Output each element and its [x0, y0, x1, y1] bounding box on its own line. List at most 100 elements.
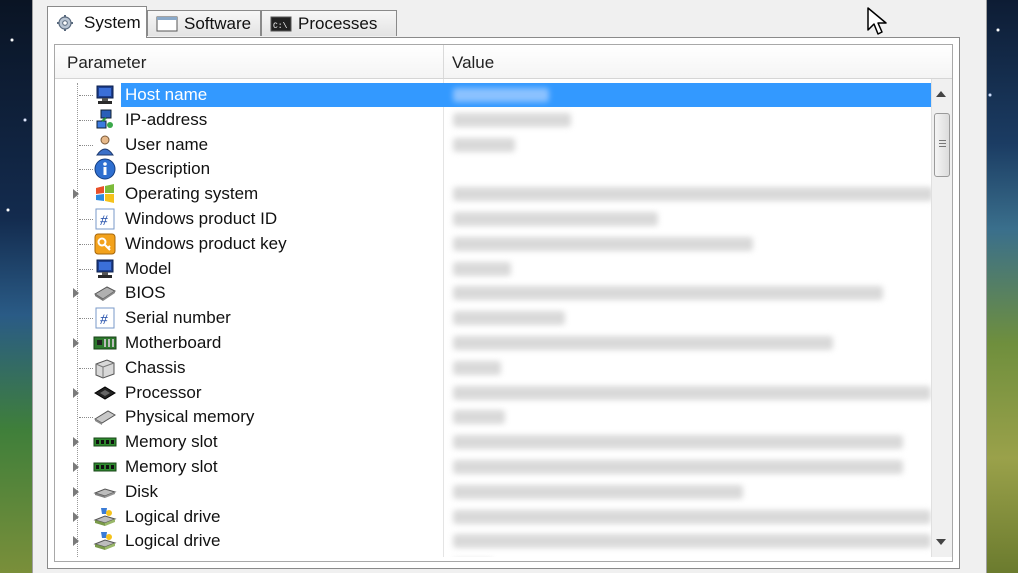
tree-row[interactable]: Description [55, 157, 932, 181]
tab-software[interactable]: Software [147, 10, 261, 36]
disk-icon [93, 481, 117, 503]
parameter-label: Disk [125, 481, 159, 501]
tree-row[interactable]: User name [55, 133, 932, 157]
console-icon: C:\ [270, 15, 292, 33]
column-header-value[interactable]: Value [452, 53, 494, 73]
redacted-value [453, 410, 505, 425]
redacted-value [453, 286, 883, 301]
scroll-down-arrow-icon[interactable] [936, 539, 946, 545]
mouse-pointer-icon [867, 7, 887, 35]
tree-row[interactable]: Logical drive [55, 529, 932, 553]
tab-software-label: Software [184, 13, 252, 33]
parameter-label: Motherboard [125, 333, 222, 352]
redacted-value [453, 311, 565, 326]
tree-connector [79, 268, 93, 270]
tree-row[interactable]: IP-address [55, 108, 932, 132]
tree-row[interactable]: # Windows product ID [55, 207, 932, 231]
memory-icon [93, 406, 117, 428]
logical-drive-icon [93, 506, 117, 528]
hash-icon: # [93, 307, 117, 329]
svg-text:#: # [100, 312, 108, 328]
redacted-value [453, 360, 501, 375]
expand-arrow-icon[interactable] [73, 486, 79, 497]
list-header: Parameter Value [55, 45, 952, 79]
computer-icon [93, 84, 117, 106]
tree-row[interactable]: Memory slot [55, 455, 932, 479]
info-icon [93, 158, 117, 180]
redacted-value [453, 460, 903, 474]
parameter-label: Description [125, 159, 211, 179]
chip-icon [93, 282, 117, 304]
tree-row[interactable]: Processor [55, 381, 932, 405]
redacted-value [453, 385, 931, 400]
system-info-window: System Software C:\ Processes Parameter … [32, 0, 987, 573]
tab-processes[interactable]: C:\ Processes [261, 10, 397, 36]
expand-arrow-icon[interactable] [73, 437, 79, 448]
tree-rows: Host name IP-address User name Description O… [55, 83, 932, 557]
tree-row[interactable]: Logical drive [55, 554, 932, 557]
tree-connector [79, 144, 93, 146]
tree-row[interactable]: Memory slot [55, 430, 932, 454]
vertical-scrollbar[interactable] [931, 79, 952, 557]
tree-connector [79, 367, 93, 369]
parameter-label: Serial number [125, 308, 231, 328]
tree-row[interactable]: Operating system [55, 182, 932, 206]
windows-logo-icon [93, 183, 117, 205]
grip-line [939, 143, 946, 144]
parameter-list: Parameter Value Host name IP-address User … [54, 44, 953, 562]
network-icon [93, 109, 117, 131]
parameter-label: Host name [125, 85, 208, 104]
parameter-label: Windows product key [125, 233, 287, 253]
expand-arrow-icon[interactable] [73, 536, 79, 547]
key-icon [93, 233, 117, 255]
tree-connector [79, 318, 93, 320]
system-tab-panel: Parameter Value Host name IP-address User … [47, 37, 960, 569]
logical-drive-icon [93, 530, 117, 552]
expand-arrow-icon[interactable] [73, 462, 79, 472]
parameter-label: Model [125, 258, 172, 278]
tree-row[interactable]: Host name [55, 83, 932, 107]
grip-line [939, 140, 946, 141]
redacted-value [453, 137, 515, 152]
tree-row[interactable]: Model [55, 257, 932, 281]
expand-arrow-icon[interactable] [73, 189, 79, 200]
expand-arrow-icon[interactable] [73, 511, 79, 522]
computer-icon [93, 258, 117, 280]
scroll-up-arrow-icon[interactable] [936, 91, 946, 97]
expand-arrow-icon[interactable] [73, 387, 79, 398]
tree-row[interactable]: Disk [55, 480, 932, 504]
redacted-value [453, 212, 658, 226]
tree-row[interactable]: # Serial number [55, 306, 932, 330]
tree-connector [79, 417, 93, 419]
parameter-label: Memory slot [125, 457, 218, 476]
redacted-value [453, 509, 931, 524]
parameter-label: Processor [125, 382, 202, 402]
scroll-thumb[interactable] [934, 113, 950, 177]
redacted-value [453, 484, 743, 499]
redacted-value [453, 435, 903, 450]
parameter-label: BIOS [125, 283, 166, 303]
column-divider-handle[interactable] [443, 45, 444, 78]
column-header-parameter[interactable]: Parameter [67, 53, 146, 73]
parameter-label: Memory slot [125, 432, 218, 452]
expand-arrow-icon[interactable] [73, 338, 79, 348]
parameter-label: Operating system [125, 184, 259, 204]
tab-system[interactable]: System [47, 6, 147, 38]
tree-row[interactable]: Motherboard [55, 331, 932, 355]
tree-row[interactable]: Physical memory [55, 405, 932, 429]
tree-row[interactable]: Windows product key [55, 232, 932, 256]
tree-connector [79, 95, 93, 96]
parameter-label: Logical drive [125, 531, 221, 551]
tree-row[interactable]: Logical drive [55, 505, 932, 529]
tree-row[interactable]: BIOS [55, 281, 932, 305]
expand-arrow-icon[interactable] [73, 288, 79, 299]
tab-strip: System Software C:\ Processes [47, 6, 947, 38]
tab-system-label: System [84, 12, 141, 32]
parameter-label: Logical drive [121, 555, 224, 557]
redacted-value [453, 261, 511, 276]
tree-row[interactable]: Chassis [55, 356, 932, 380]
gear-icon [56, 14, 78, 32]
redacted-value [453, 88, 549, 102]
chassis-icon [93, 357, 117, 379]
redacted-value [453, 534, 931, 549]
